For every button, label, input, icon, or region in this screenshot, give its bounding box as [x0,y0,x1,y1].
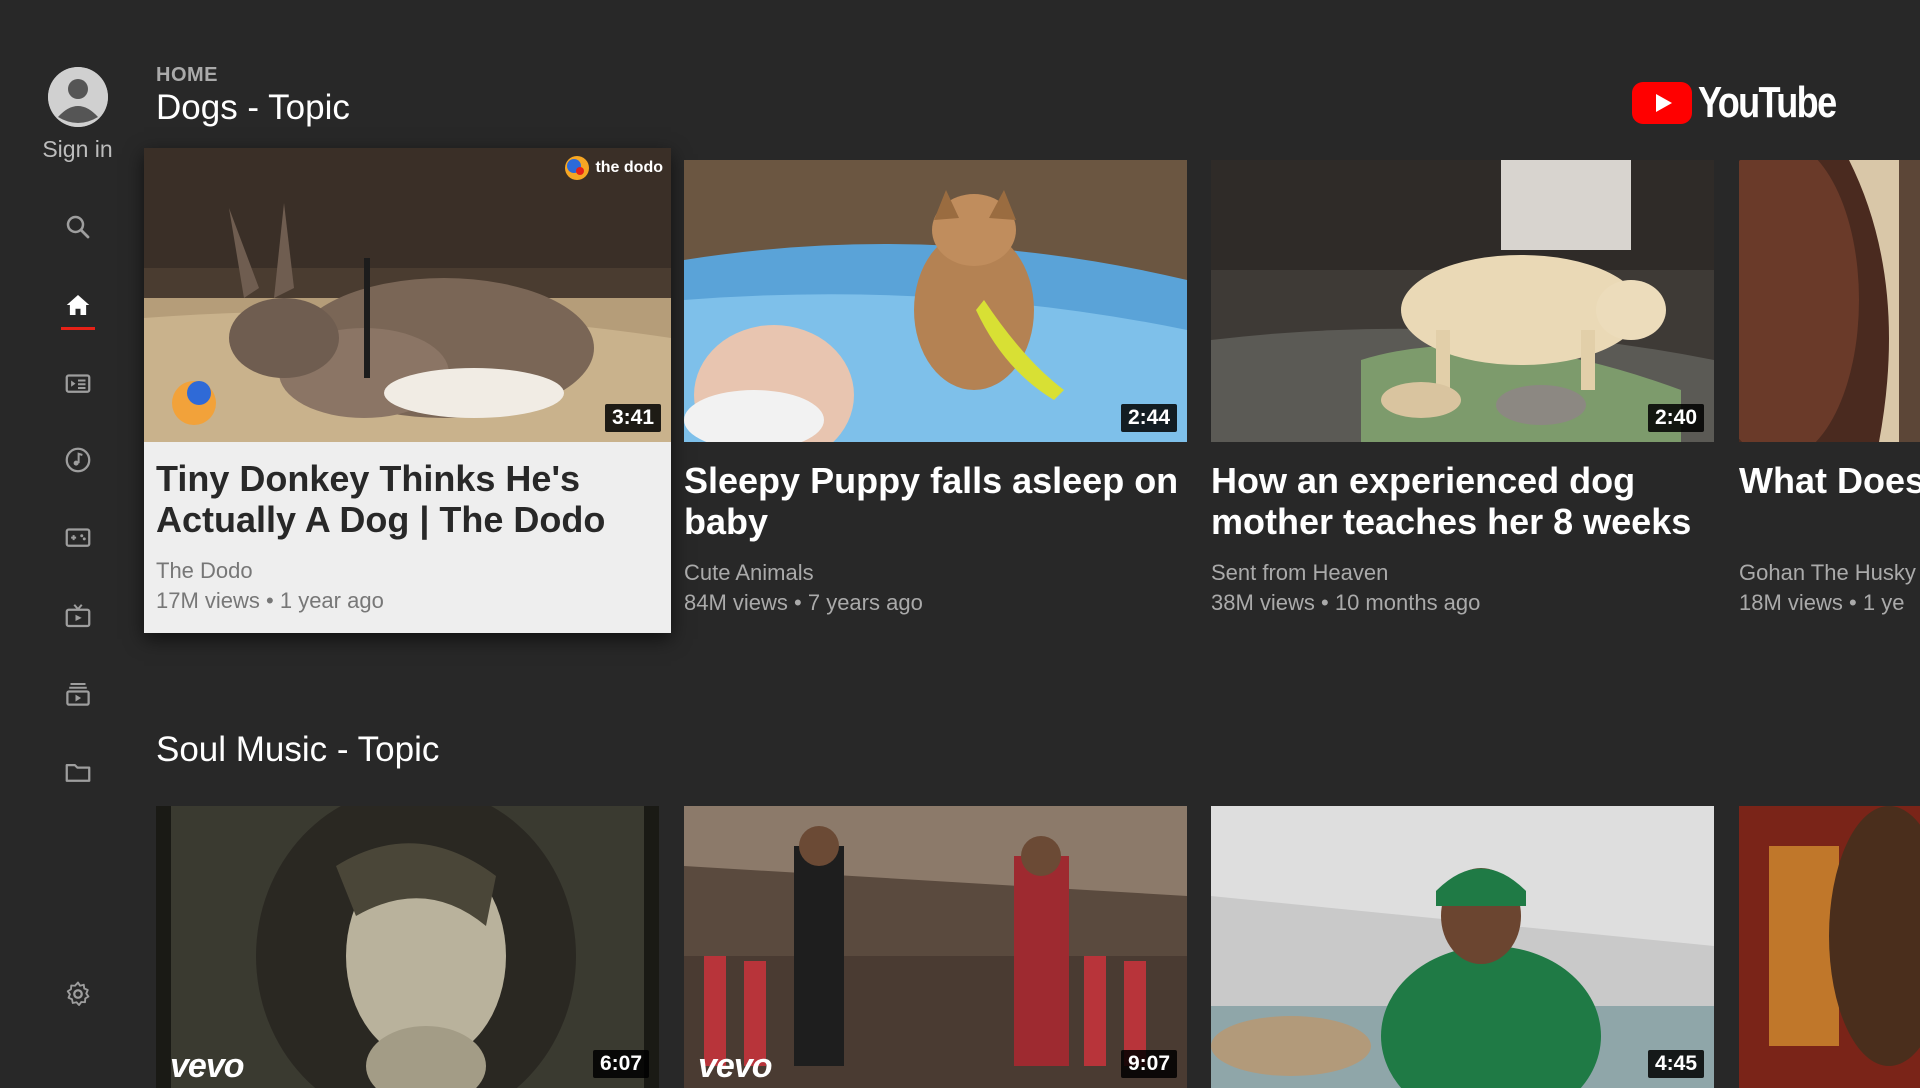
video-thumbnail: 4:45 [1211,806,1714,1088]
video-card[interactable]: vevo 9:07 [684,806,1187,1088]
active-indicator [61,327,95,330]
nav-subscriptions[interactable] [58,363,98,403]
video-channel: Gohan The Husky [1739,560,1916,585]
video-thumbnail [1739,160,1920,442]
home-icon [66,295,90,315]
video-thumbnail: vevo 9:07 [684,806,1187,1088]
sidebar: Sign in [0,0,155,1080]
nav-home[interactable] [58,285,98,325]
video-title: What Does Home Alon [1739,460,1920,501]
nav-queue[interactable] [58,674,98,714]
video-meta: 18M views • 1 ye [1739,590,1905,615]
folder-icon [65,764,91,782]
nav-search[interactable] [58,207,98,247]
video-card[interactable] [1739,806,1920,1088]
youtube-play-icon [1632,82,1692,124]
video-duration: 3:41 [604,404,661,432]
video-duration: 9:07 [1120,1050,1177,1078]
vevo-logo: vevo [698,1047,772,1085]
video-channel: Cute Animals [684,560,814,585]
dodo-logo-icon [565,156,590,180]
video-channel: The Dodo [156,558,253,583]
video-thumbnail: 2:44 [684,160,1187,442]
video-title: Tiny Donkey Thinks He's Actually A Dog |… [156,458,606,540]
video-duration: 6:07 [592,1050,649,1078]
video-duration: 2:40 [1647,404,1704,432]
video-thumbnail: 2:40 [1211,160,1714,442]
video-thumbnail: the dodo 3:41 [144,148,671,442]
nav-music[interactable] [58,440,98,480]
dodo-badge-text: the dodo [595,159,663,176]
video-duration: 2:44 [1120,404,1177,432]
queue-icon [66,683,90,706]
gear-icon [66,981,90,1006]
logo-text: YouTube [1698,78,1837,127]
youtube-logo: YouTube [1632,78,1866,128]
dodo-badge: the dodo [563,154,663,182]
avatar-icon[interactable] [48,67,108,127]
video-meta: 84M views • 7 years ago [684,590,923,615]
search-icon [66,215,90,239]
gaming-icon [65,528,91,547]
nav-library[interactable] [58,752,98,792]
tv-icon [65,604,91,628]
video-thumbnail: vevo 6:07 [156,806,659,1088]
video-card[interactable]: What Does Home Alon Gohan The Husky 18M … [1739,160,1920,616]
subscriptions-icon [65,374,91,393]
section-label: HOME [156,64,218,86]
video-title: How an experienced dog mother teaches he… [1211,460,1692,542]
shelf-title: Soul Music - Topic [156,730,440,769]
video-meta: 38M views • 10 months ago [1211,590,1481,615]
video-card[interactable]: 4:45 [1211,806,1714,1088]
video-duration: 4:45 [1647,1050,1704,1078]
nav-settings[interactable] [58,974,98,1014]
nav-gaming[interactable] [58,517,98,557]
vevo-logo: vevo [170,1047,244,1085]
nav-tv[interactable] [58,596,98,636]
video-card[interactable]: the dodo 3:41 Tiny Donkey Thinks He's Ac… [144,148,671,633]
video-card[interactable]: vevo 6:07 [156,806,659,1088]
sign-in-link[interactable]: Sign in [0,136,155,163]
video-thumbnail [1739,806,1920,1088]
video-meta: 17M views • 1 year ago [156,588,384,613]
video-title: Sleepy Puppy falls asleep on baby [684,460,1179,542]
video-channel: Sent from Heaven [1211,560,1389,585]
page-title: Dogs - Topic [156,88,350,127]
video-card[interactable]: 2:40 How an experienced dog mother teach… [1211,160,1714,616]
music-icon [65,447,91,473]
video-card[interactable]: 2:44 Sleepy Puppy falls asleep on baby C… [684,160,1187,616]
